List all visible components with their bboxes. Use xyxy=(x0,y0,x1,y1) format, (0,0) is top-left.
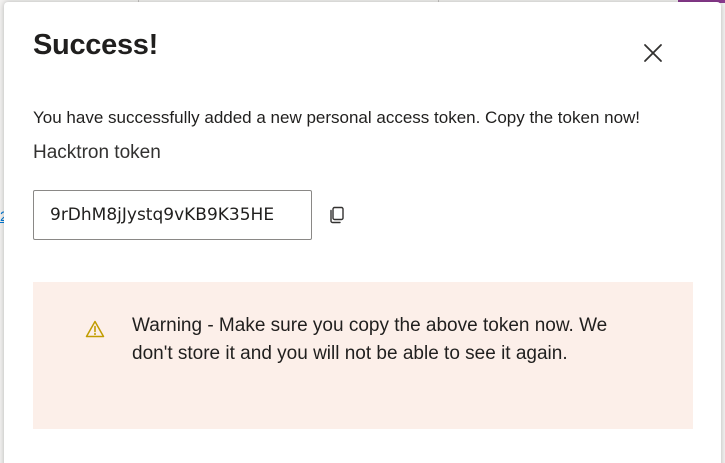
dialog-title: Success! xyxy=(33,29,158,61)
success-dialog: Success! You have successfully added a n… xyxy=(4,2,721,463)
copy-token-button[interactable] xyxy=(326,204,348,226)
warning-icon xyxy=(85,320,105,338)
token-name-label: Hacktron token xyxy=(33,142,161,163)
warning-message-bar: Warning - Make sure you copy the above t… xyxy=(33,282,693,429)
success-message: You have successfully added a new person… xyxy=(33,108,641,127)
token-value-field[interactable] xyxy=(33,190,312,240)
close-button[interactable] xyxy=(639,39,667,67)
close-icon xyxy=(644,44,662,62)
copy-icon xyxy=(330,206,344,224)
warning-text: Warning - Make sure you copy the above t… xyxy=(132,315,608,364)
